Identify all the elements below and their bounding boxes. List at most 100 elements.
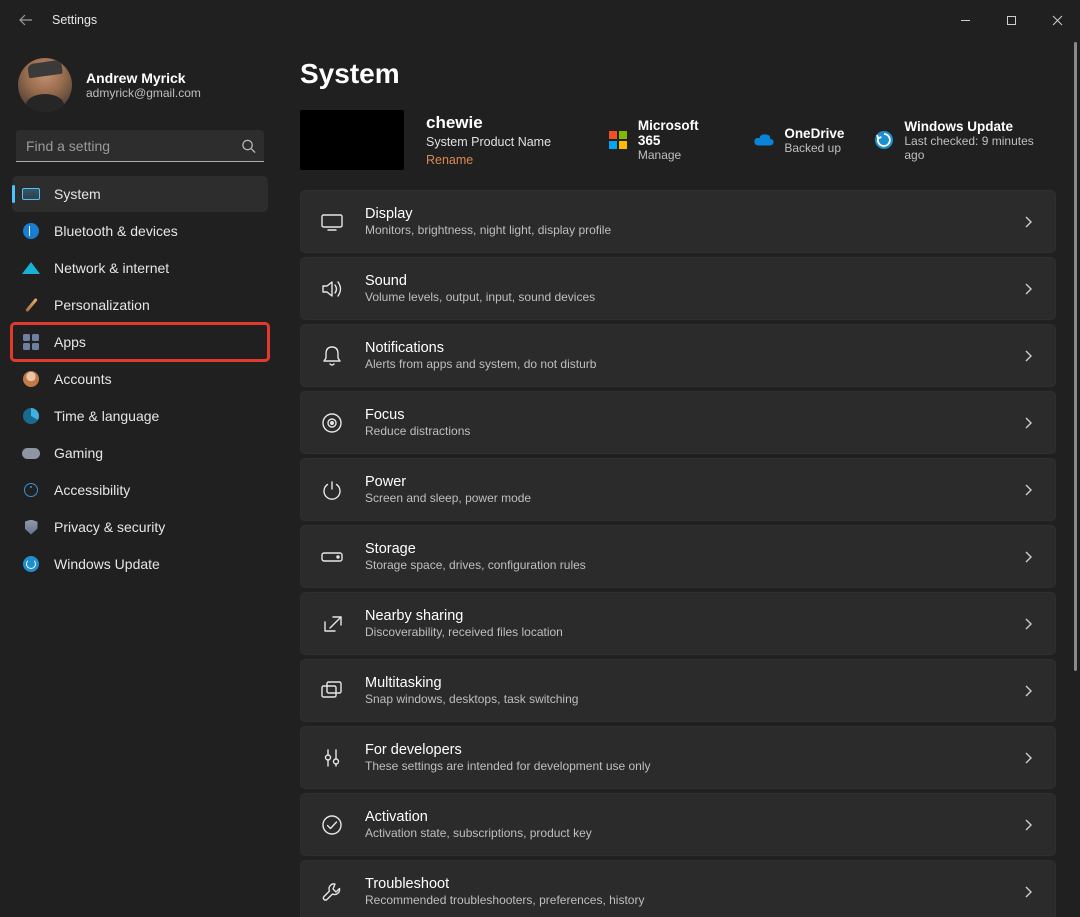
- maximize-button[interactable]: [988, 0, 1034, 40]
- sidebar-item-label: Time & language: [54, 408, 159, 424]
- scrollbar-thumb[interactable]: [1074, 42, 1077, 671]
- wrench-icon: [321, 881, 343, 903]
- chevron-right-icon: [1021, 282, 1035, 296]
- card-subtitle: Activation state, subscriptions, product…: [365, 826, 1021, 840]
- content: System chewie System Product Name Rename: [280, 40, 1080, 917]
- card-subtitle: These settings are intended for developm…: [365, 759, 1021, 773]
- game-icon: [22, 444, 40, 462]
- sidebar-item-label: System: [54, 186, 101, 202]
- share-icon: [321, 614, 343, 634]
- status-sub: Last checked: 9 minutes ago: [904, 134, 1056, 162]
- sidebar-item-label: Accounts: [54, 371, 112, 387]
- titlebar: Settings: [0, 0, 1080, 40]
- card-title: Multitasking: [365, 675, 1021, 691]
- sidebar-item-windows-update[interactable]: Windows Update: [12, 546, 268, 582]
- chevron-right-icon: [1021, 684, 1035, 698]
- rename-link[interactable]: Rename: [426, 153, 473, 167]
- bt-icon: [22, 222, 40, 240]
- card-subtitle: Volume levels, output, input, sound devi…: [365, 290, 1021, 304]
- sidebar-item-label: Accessibility: [54, 482, 130, 498]
- sidebar-item-label: Bluetooth & devices: [54, 223, 178, 239]
- sidebar-item-gaming[interactable]: Gaming: [12, 435, 268, 471]
- setting-card-multitasking[interactable]: MultitaskingSnap windows, desktops, task…: [300, 659, 1056, 722]
- pers-icon: [22, 296, 40, 314]
- card-title: Sound: [365, 273, 1021, 289]
- status-m365[interactable]: Microsoft 365 Manage: [608, 118, 724, 162]
- status-sub: Backed up: [784, 141, 844, 155]
- setting-card-notifications[interactable]: NotificationsAlerts from apps and system…: [300, 324, 1056, 387]
- nav: System Bluetooth & devices Network & inter…: [12, 176, 268, 582]
- chevron-right-icon: [1021, 885, 1035, 899]
- setting-card-nearby-sharing[interactable]: Nearby sharingDiscoverability, received …: [300, 592, 1056, 655]
- multi-icon: [321, 681, 343, 701]
- minimize-button[interactable]: [942, 0, 988, 40]
- status-title: OneDrive: [784, 126, 844, 141]
- acct-icon: [22, 370, 40, 388]
- chevron-right-icon: [1021, 617, 1035, 631]
- sidebar-item-accounts[interactable]: Accounts: [12, 361, 268, 397]
- power-icon: [321, 480, 343, 500]
- card-title: Nearby sharing: [365, 608, 1021, 624]
- device-thumbnail: [300, 110, 404, 170]
- sidebar-item-system[interactable]: System: [12, 176, 268, 212]
- sidebar-item-time-language[interactable]: Time & language: [12, 398, 268, 434]
- window-controls: [942, 0, 1080, 40]
- search-wrap: [16, 130, 264, 162]
- search-icon: [241, 139, 256, 154]
- page-title: System: [300, 58, 1056, 90]
- close-button[interactable]: [1034, 0, 1080, 40]
- scrollbar[interactable]: [1072, 42, 1077, 915]
- chevron-right-icon: [1021, 349, 1035, 363]
- sidebar-item-label: Network & internet: [54, 260, 169, 276]
- card-subtitle: Snap windows, desktops, task switching: [365, 692, 1021, 706]
- sidebar-item-privacy-security[interactable]: Privacy & security: [12, 509, 268, 545]
- card-title: Storage: [365, 541, 1021, 557]
- setting-card-storage[interactable]: StorageStorage space, drives, configurat…: [300, 525, 1056, 588]
- time-icon: [22, 407, 40, 425]
- card-subtitle: Alerts from apps and system, do not dist…: [365, 357, 1021, 371]
- card-subtitle: Recommended troubleshooters, preferences…: [365, 893, 1021, 907]
- setting-card-display[interactable]: DisplayMonitors, brightness, night light…: [300, 190, 1056, 253]
- sidebar-item-apps[interactable]: Apps: [12, 324, 268, 360]
- storage-icon: [321, 550, 343, 564]
- focus-icon: [321, 412, 343, 434]
- setting-card-focus[interactable]: FocusReduce distractions: [300, 391, 1056, 454]
- sidebar-item-bluetooth-devices[interactable]: Bluetooth & devices: [12, 213, 268, 249]
- device-product: System Product Name: [426, 135, 586, 149]
- status-windows-update[interactable]: Windows Update Last checked: 9 minutes a…: [874, 118, 1056, 162]
- card-title: Activation: [365, 809, 1021, 825]
- status-onedrive[interactable]: OneDrive Backed up: [754, 118, 844, 162]
- setting-card-for-developers[interactable]: For developersThese settings are intende…: [300, 726, 1056, 789]
- chevron-right-icon: [1021, 215, 1035, 229]
- card-subtitle: Discoverability, received files location: [365, 625, 1021, 639]
- setting-card-troubleshoot[interactable]: TroubleshootRecommended troubleshooters,…: [300, 860, 1056, 917]
- system-icon: [22, 185, 40, 203]
- setting-card-power[interactable]: PowerScreen and sleep, power mode: [300, 458, 1056, 521]
- status-title: Microsoft 365: [638, 118, 724, 148]
- sidebar-item-personalization[interactable]: Personalization: [12, 287, 268, 323]
- apps-icon: [22, 333, 40, 351]
- sidebar-item-network-internet[interactable]: Network & internet: [12, 250, 268, 286]
- status-title: Windows Update: [904, 119, 1056, 134]
- card-title: Notifications: [365, 340, 1021, 356]
- card-subtitle: Reduce distractions: [365, 424, 1021, 438]
- card-subtitle: Monitors, brightness, night light, displ…: [365, 223, 1021, 237]
- card-title: Troubleshoot: [365, 876, 1021, 892]
- chevron-right-icon: [1021, 483, 1035, 497]
- profile-block[interactable]: Andrew Myrick admyrick@gmail.com: [12, 50, 268, 130]
- check-icon: [321, 814, 343, 836]
- upd-icon: [22, 555, 40, 573]
- onedrive-icon: [754, 130, 774, 150]
- setting-card-sound[interactable]: SoundVolume levels, output, input, sound…: [300, 257, 1056, 320]
- back-button[interactable]: [14, 8, 38, 32]
- card-title: Display: [365, 206, 1021, 222]
- setting-card-activation[interactable]: ActivationActivation state, subscription…: [300, 793, 1056, 856]
- profile-name: Andrew Myrick: [86, 70, 201, 86]
- microsoft-365-icon: [608, 130, 628, 150]
- chevron-right-icon: [1021, 416, 1035, 430]
- sidebar-item-label: Windows Update: [54, 556, 160, 572]
- window-title: Settings: [52, 13, 97, 27]
- device-name: chewie: [426, 113, 586, 133]
- sidebar-item-accessibility[interactable]: Accessibility: [12, 472, 268, 508]
- search-input[interactable]: [16, 130, 264, 162]
